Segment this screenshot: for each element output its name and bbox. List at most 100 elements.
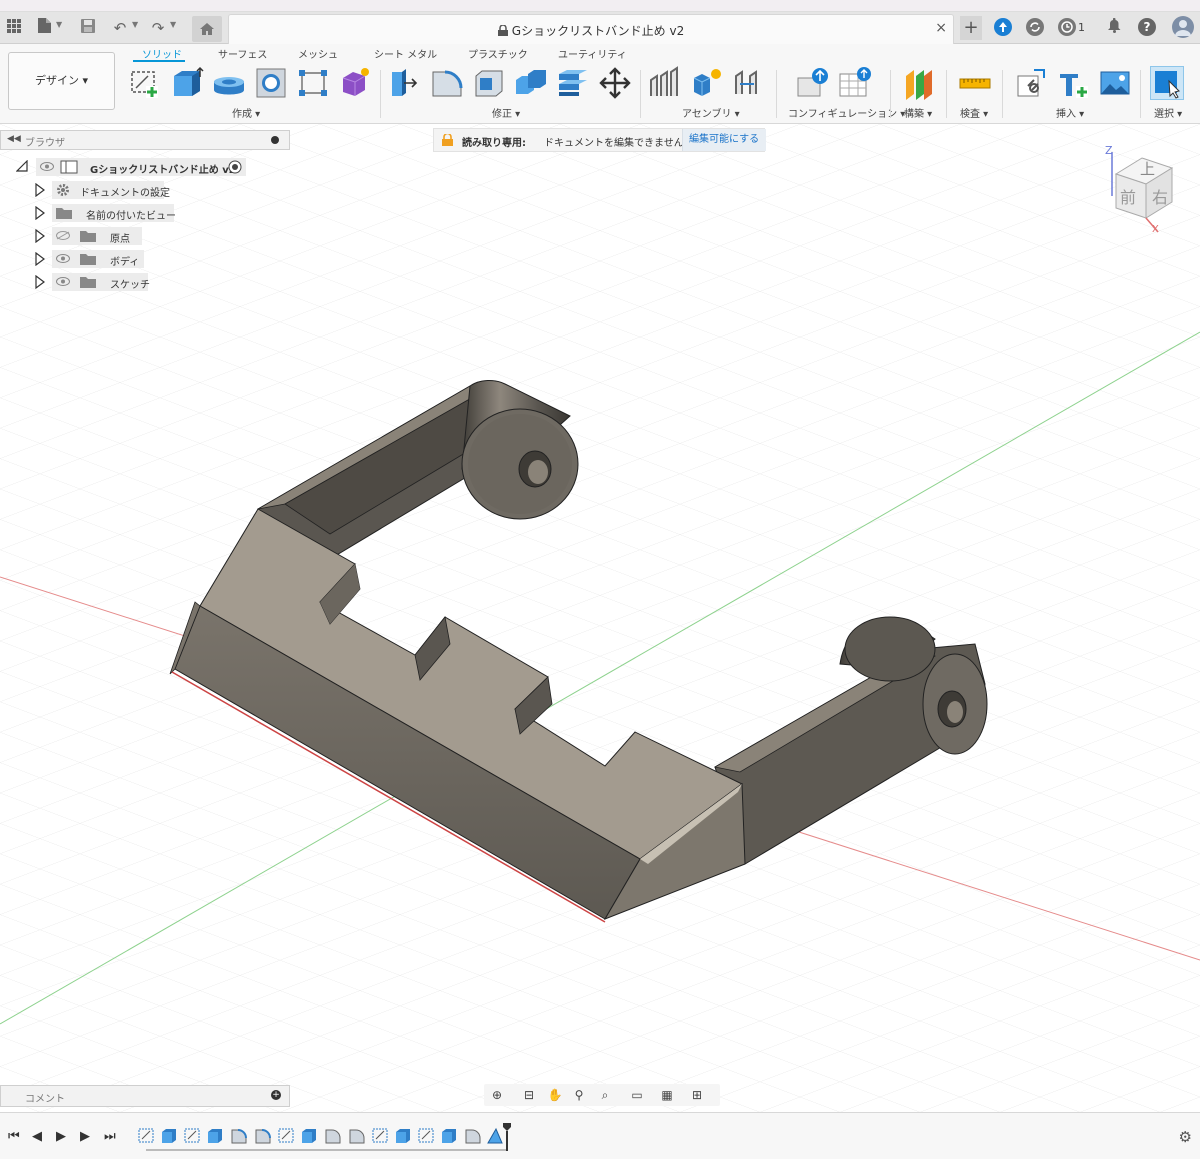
tab-mesh[interactable]: メッシュ <box>298 46 338 61</box>
timeline-sketch-icon[interactable] <box>372 1127 390 1144</box>
collapse-panel-icon[interactable]: ◀◀ <box>7 134 21 144</box>
timeline-chamfer-icon[interactable] <box>486 1127 504 1144</box>
workspace-switcher[interactable]: デザイン ▾ <box>8 52 115 110</box>
timeline-fillet-icon[interactable] <box>254 1127 272 1144</box>
group-assemble[interactable]: アセンブリ ▾ <box>682 105 740 120</box>
tree-item-bodies[interactable]: ボディ <box>0 250 290 268</box>
go-to-start-icon[interactable]: ⏮ <box>8 1129 20 1144</box>
job-status-icon[interactable] <box>1058 18 1076 36</box>
configure-icon[interactable] <box>796 66 830 100</box>
expand-triangle-icon[interactable] <box>34 229 46 243</box>
timeline-extrude-icon[interactable] <box>394 1127 412 1144</box>
tab-surface[interactable]: サーフェス <box>218 46 267 61</box>
expand-triangle-icon[interactable] <box>34 275 46 289</box>
tab-plastic[interactable]: プラスチック <box>468 46 528 61</box>
tree-root[interactable]: Gショックリストバンド止め v2 <box>0 158 290 176</box>
file-icon[interactable] <box>34 18 54 38</box>
revolve-icon[interactable] <box>212 66 246 100</box>
timeline-settings-gear-icon[interactable]: ⚙ <box>1179 1128 1192 1146</box>
extrude-icon[interactable] <box>170 66 204 100</box>
viewcube[interactable]: Z X 上 前 右 <box>1100 144 1190 239</box>
viewcube-right[interactable]: 右 <box>1152 184 1168 208</box>
viewcube-front[interactable]: 前 <box>1120 184 1136 208</box>
timeline-fillet-icon[interactable] <box>464 1127 482 1144</box>
as-built-joint-icon[interactable] <box>732 66 766 100</box>
create-sketch-icon[interactable] <box>128 66 162 100</box>
tab-sheet-metal[interactable]: シート メタル <box>374 46 437 61</box>
tab-solid[interactable]: ソリッド <box>142 46 182 61</box>
expand-triangle-icon[interactable] <box>34 252 46 266</box>
chevron-down-icon[interactable]: ▼ <box>56 20 62 29</box>
timeline-fillet-icon[interactable] <box>324 1127 342 1144</box>
close-tab-icon[interactable]: × <box>935 20 947 36</box>
timeline-extrude-icon[interactable] <box>300 1127 318 1144</box>
insert-derive-icon[interactable] <box>1014 66 1048 100</box>
chevron-down-icon[interactable]: ▼ <box>170 20 176 29</box>
eye-icon[interactable] <box>56 277 70 286</box>
timeline-fillet-icon[interactable] <box>230 1127 248 1144</box>
expand-triangle-icon[interactable] <box>34 183 46 197</box>
timeline-extrude-icon[interactable] <box>440 1127 458 1144</box>
timeline-marker[interactable] <box>503 1123 511 1151</box>
shell-icon[interactable] <box>472 66 506 100</box>
tab-utilities[interactable]: ユーティリティ <box>558 46 627 61</box>
expand-triangle-icon[interactable] <box>34 206 46 220</box>
help-icon[interactable]: ? <box>1138 18 1156 36</box>
play-icon[interactable]: ▶ <box>56 1129 66 1144</box>
eye-hidden-icon[interactable] <box>56 231 70 240</box>
group-modify[interactable]: 修正 ▾ <box>492 105 520 120</box>
new-component-icon[interactable] <box>648 66 682 100</box>
redo-icon[interactable]: ↷ <box>148 18 168 38</box>
extensions-icon[interactable] <box>994 18 1012 36</box>
fillet-icon[interactable] <box>430 66 464 100</box>
viewcube-top[interactable]: 上 <box>1140 158 1155 179</box>
measure-icon[interactable] <box>958 66 992 100</box>
tree-item-origin[interactable]: 原点 <box>0 227 290 245</box>
step-back-icon[interactable]: ◀ <box>32 1129 42 1144</box>
insert-image-icon[interactable] <box>1098 66 1132 100</box>
group-create[interactable]: 作成 ▾ <box>232 105 260 120</box>
pattern-icon[interactable] <box>296 66 330 100</box>
step-forward-icon[interactable]: ▶ <box>80 1129 90 1144</box>
combine-icon[interactable] <box>514 66 548 100</box>
home-icon[interactable] <box>192 16 222 42</box>
display-settings-icon[interactable]: ▭ <box>628 1087 646 1103</box>
group-construct[interactable]: 構築 ▾ <box>904 105 932 120</box>
insert-component-icon[interactable] <box>1056 66 1090 100</box>
notifications-icon[interactable] <box>1104 17 1124 38</box>
create-form-icon[interactable] <box>338 66 372 100</box>
offset-face-icon[interactable] <box>556 66 590 100</box>
make-editable-button[interactable]: 編集可能にする <box>682 129 766 151</box>
grid-icon[interactable] <box>4 18 24 38</box>
save-icon[interactable] <box>78 18 98 38</box>
tree-item-named-views[interactable]: 名前の付いたビュー <box>0 204 290 222</box>
group-configure[interactable]: コンフィギュレーション ▾ <box>788 105 905 120</box>
tree-item-sketches[interactable]: スケッチ <box>0 273 290 291</box>
timeline-sketch-icon[interactable] <box>138 1127 156 1144</box>
eye-icon[interactable] <box>40 162 54 171</box>
press-pull-icon[interactable] <box>388 66 422 100</box>
pan-icon[interactable]: ✋ <box>546 1087 564 1103</box>
select-icon[interactable] <box>1150 66 1184 100</box>
hole-icon[interactable] <box>254 66 288 100</box>
zoom-icon[interactable]: ⚲ <box>570 1087 588 1103</box>
panel-options-icon[interactable] <box>271 136 279 144</box>
timeline-extrude-icon[interactable] <box>160 1127 178 1144</box>
joint-icon[interactable] <box>690 66 724 100</box>
fit-icon[interactable]: ⌕ <box>596 1087 614 1103</box>
timeline-sketch-icon[interactable] <box>278 1127 296 1144</box>
configuration-table-icon[interactable] <box>838 66 872 100</box>
offset-plane-icon[interactable] <box>902 66 936 100</box>
timeline-fillet-icon[interactable] <box>348 1127 366 1144</box>
add-comment-icon[interactable]: + <box>271 1090 281 1100</box>
viewports-icon[interactable]: ⊞ <box>688 1087 706 1103</box>
group-inspect[interactable]: 検査 ▾ <box>960 105 988 120</box>
timeline-sketch-icon[interactable] <box>184 1127 202 1144</box>
eye-icon[interactable] <box>56 254 70 263</box>
orbit-icon[interactable]: ⊕ <box>488 1087 506 1103</box>
new-tab-button[interactable]: + <box>960 16 982 40</box>
chevron-down-icon[interactable]: ▼ <box>132 20 138 29</box>
timeline-sketch-icon[interactable] <box>418 1127 436 1144</box>
collapse-triangle-icon[interactable] <box>16 160 28 172</box>
timeline-extrude-icon[interactable] <box>206 1127 224 1144</box>
